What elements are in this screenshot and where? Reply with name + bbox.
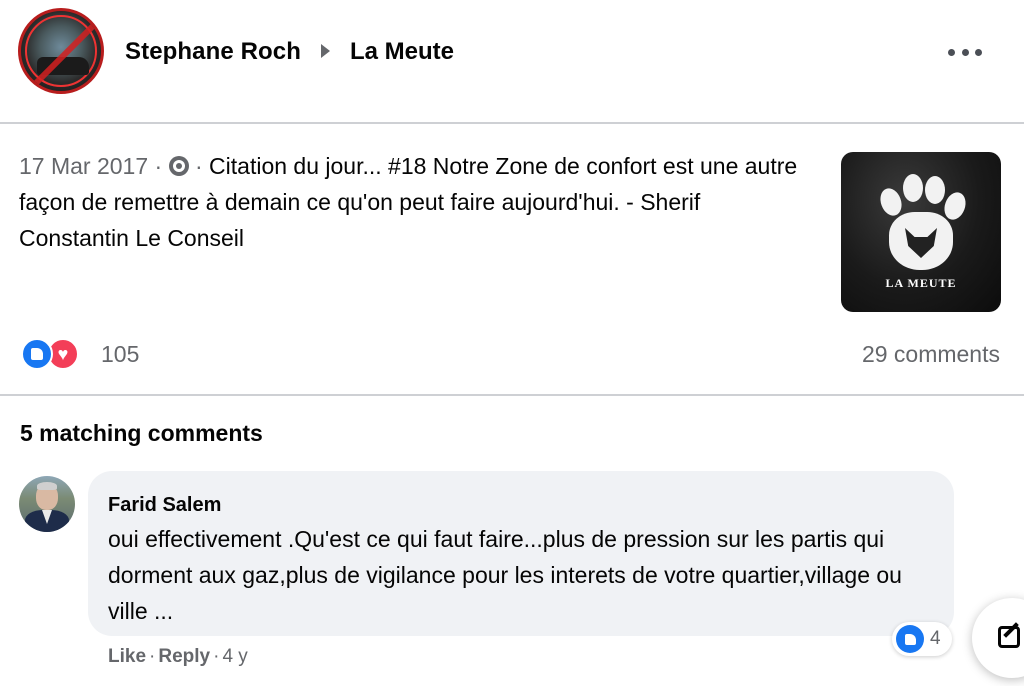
meta-separator: · <box>148 153 169 179</box>
comment-reactions[interactable]: 4 <box>892 622 952 656</box>
matching-comments-title: 5 matching comments <box>20 420 263 446</box>
comment-reaction-count: 4 <box>930 628 941 649</box>
action-separator: · <box>149 646 156 667</box>
like-button[interactable]: Like <box>108 646 146 667</box>
meta-separator: · <box>188 153 210 179</box>
comments-count[interactable]: 29 comments <box>862 341 1000 368</box>
globe-icon[interactable] <box>168 156 189 176</box>
paw-toe <box>903 174 923 202</box>
paw-toe <box>876 185 906 219</box>
post-image[interactable]: LA MEUTE <box>841 152 1001 312</box>
new-message-button[interactable] <box>972 598 1024 678</box>
comment-bubble: Farid Salem oui effectivement .Qu'est ce… <box>88 471 954 636</box>
more-options-icon[interactable] <box>948 42 982 62</box>
reactions-summary[interactable]: 105 <box>21 336 421 372</box>
avatar-hair <box>37 482 57 490</box>
reply-button[interactable]: Reply <box>158 646 210 667</box>
divider <box>0 122 1024 124</box>
comment-actions: Like · Reply · 4 y <box>108 646 248 668</box>
author-avatar[interactable] <box>18 8 104 94</box>
group-name[interactable]: La Meute <box>350 38 454 66</box>
paw-toe <box>925 176 945 204</box>
post-body: 17 Mar 2017 · · Citation du jour... #18 … <box>19 148 809 256</box>
post-header: Stephane Roch La Meute <box>0 0 1024 122</box>
comment-text: oui effectivement .Qu'est ce qui faut fa… <box>108 526 902 624</box>
action-separator: · <box>213 646 220 667</box>
like-icon <box>21 338 53 370</box>
reaction-count: 105 <box>101 341 140 367</box>
post-date[interactable]: 17 Mar 2017 <box>19 153 148 179</box>
author-name[interactable]: Stephane Roch <box>125 38 301 66</box>
arrow-right-icon <box>321 44 330 58</box>
commenter-name[interactable]: Farid Salem <box>108 494 221 517</box>
image-brand-text: LA MEUTE <box>885 276 957 290</box>
divider <box>0 394 1024 396</box>
edit-icon <box>998 626 1020 648</box>
avatar-ring <box>25 15 97 87</box>
commenter-avatar[interactable] <box>19 476 75 532</box>
like-icon <box>896 625 924 653</box>
comment-time[interactable]: 4 y <box>222 646 247 667</box>
